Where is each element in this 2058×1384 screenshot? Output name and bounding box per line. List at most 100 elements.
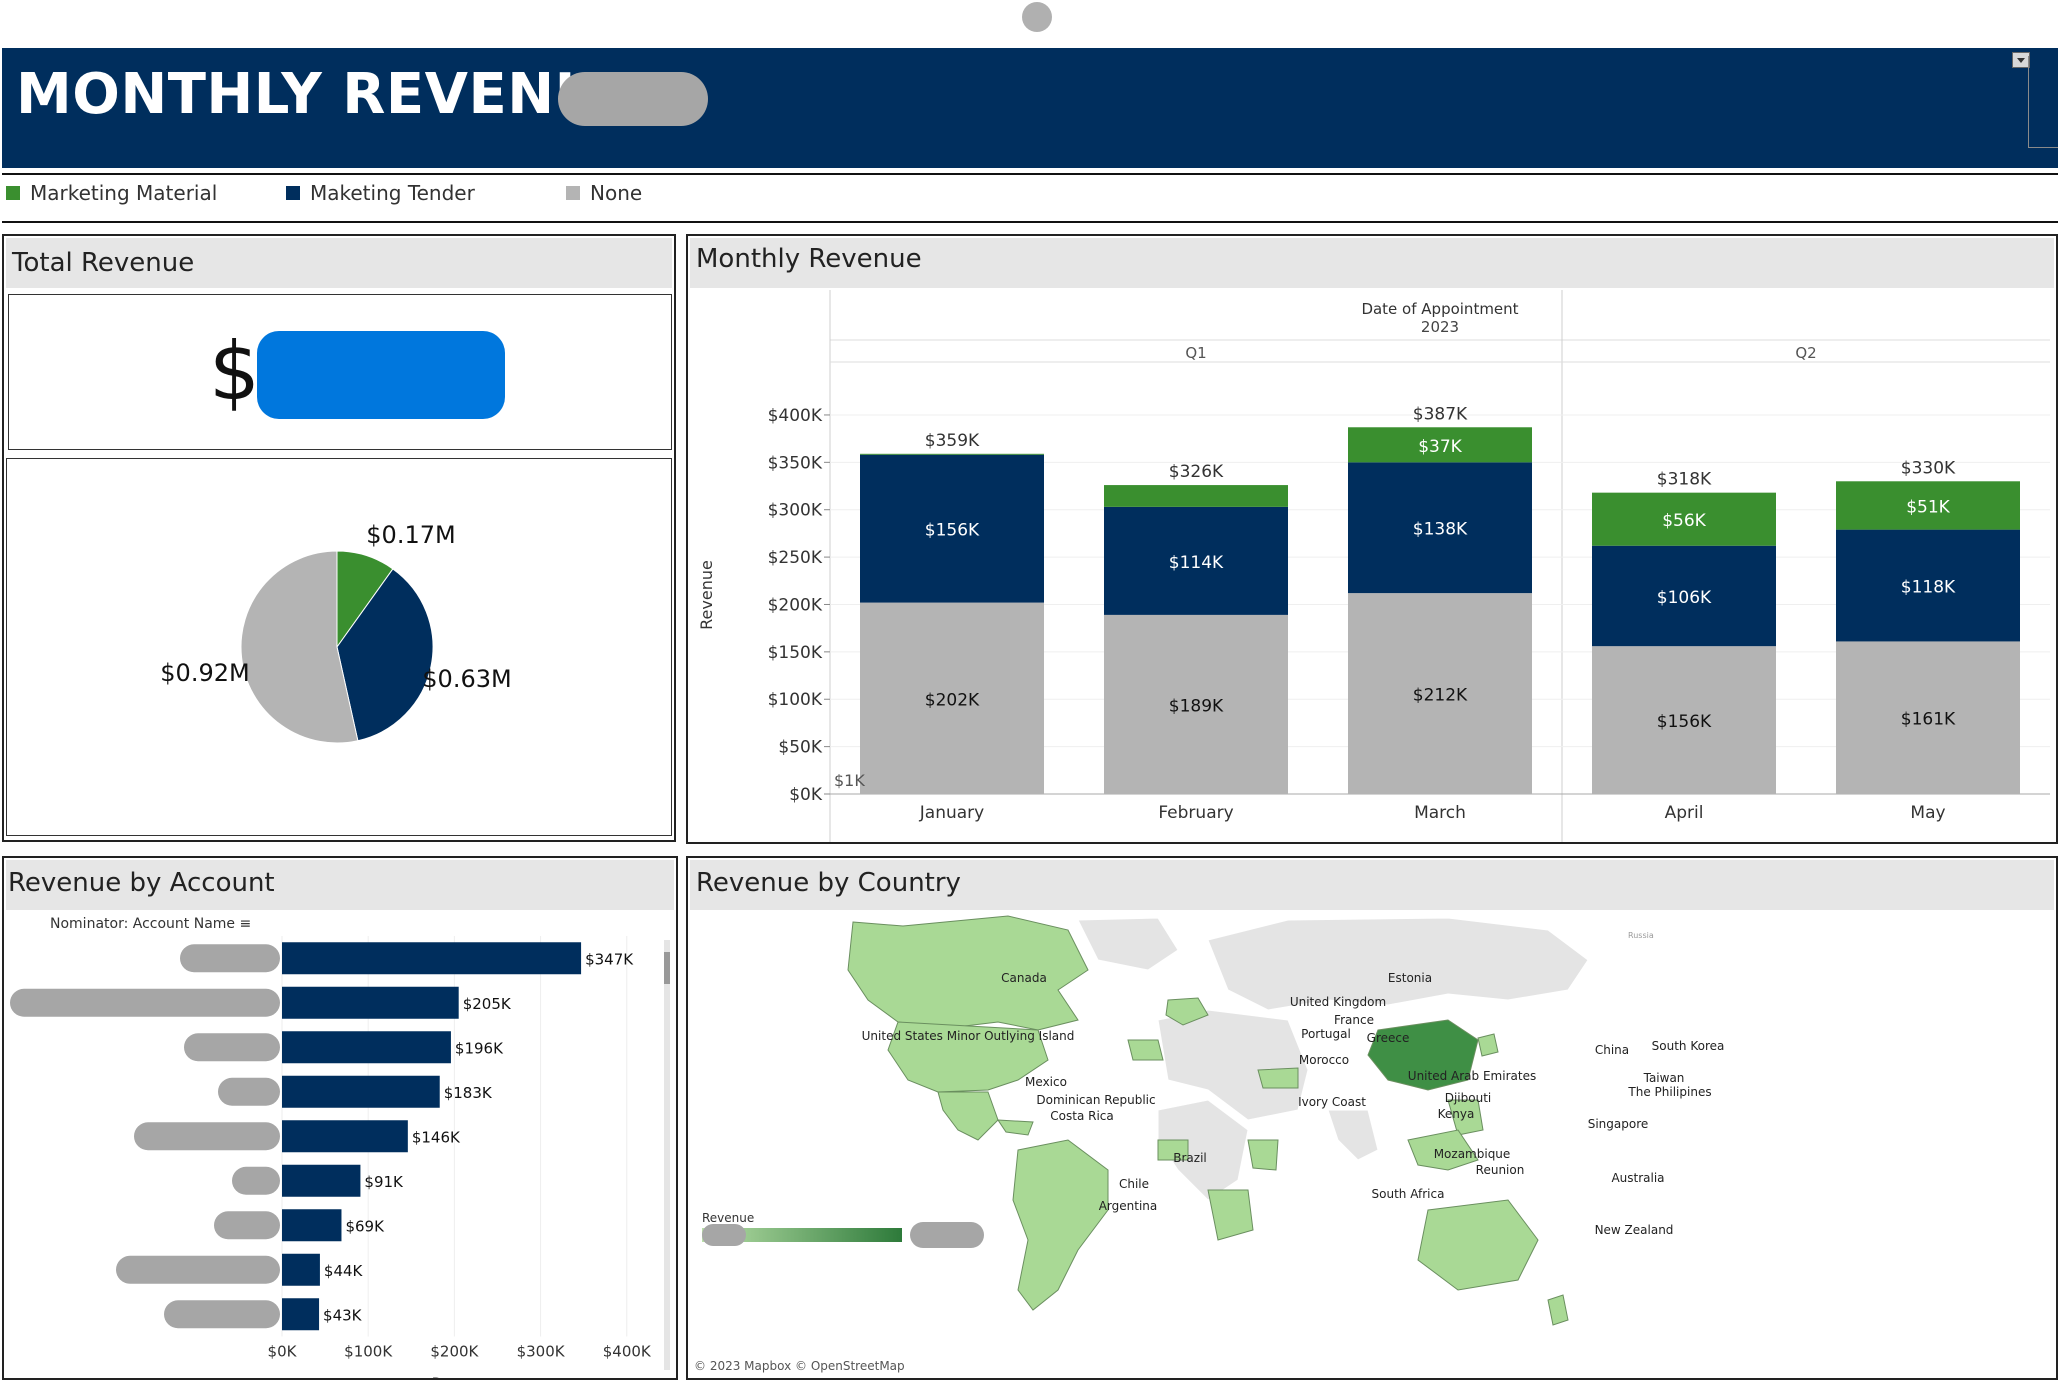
legend-swatch-green — [6, 186, 20, 200]
account-bar[interactable] — [282, 986, 459, 1019]
account-bar-label: $347K — [585, 950, 634, 968]
x-tick-label: $200K — [430, 1343, 479, 1361]
redacted-account-name — [10, 988, 280, 1017]
legend-divider-bottom — [2, 221, 2058, 223]
y-tick-label: $0K — [789, 785, 823, 805]
revenue-pie-chart: $0.17M $0.63M $0.92M — [6, 458, 672, 836]
y-tick-label: $150K — [768, 643, 823, 663]
x-tick-label: $100K — [344, 1343, 393, 1361]
account-bar[interactable] — [282, 1075, 440, 1108]
map-country-label: Djibouti — [1445, 1091, 1492, 1105]
total-revenue-kpi: $ — [8, 294, 672, 450]
account-bar[interactable] — [282, 1164, 361, 1197]
map-attribution: © 2023 Mapbox © OpenStreetMap — [694, 1359, 905, 1373]
map-country-label: Ivory Coast — [1298, 1095, 1366, 1109]
pie-slice-label: $0.17M — [366, 521, 455, 549]
legend-item-marketing-material[interactable]: Marketing Material — [6, 178, 217, 208]
account-bar[interactable] — [282, 942, 582, 975]
y-tick-label: $50K — [778, 738, 822, 758]
bar-segment-label: $202K — [925, 690, 980, 710]
bar-segment-label: $212K — [1413, 686, 1468, 706]
x-tick-label: January — [919, 803, 984, 823]
scrollbar-thumb[interactable] — [664, 952, 670, 984]
redacted-account-name — [134, 1122, 280, 1151]
x-tick-label: April — [1665, 803, 1704, 823]
x-tick-label: $300K — [517, 1343, 566, 1361]
window-drag-handle[interactable] — [1022, 2, 1052, 32]
map-country-label: South Korea — [1652, 1039, 1725, 1053]
bar-segment-label: $37K — [1418, 437, 1462, 457]
map-country-label: Brazil — [1173, 1151, 1207, 1165]
account-header-label[interactable]: Nominator: Account Name ≡ — [50, 916, 251, 932]
map-country-label: United States Minor Outlying Island — [862, 1029, 1075, 1043]
bar-segment-label: $106K — [1657, 588, 1712, 608]
redacted-account-name — [184, 1033, 280, 1062]
x-tick-label: May — [1910, 803, 1945, 823]
redacted-account-name — [164, 1300, 280, 1329]
bar-segment-label: $161K — [1901, 710, 1956, 730]
russia-region[interactable] — [1207, 917, 1589, 1011]
legend-item-maketing-tender[interactable]: Maketing Tender — [286, 178, 475, 208]
kenya-region[interactable] — [1247, 1139, 1279, 1171]
south-korea-region[interactable] — [1477, 1033, 1499, 1057]
revenue-by-account-panel: Revenue by Account Nominator: Account Na… — [2, 856, 678, 1380]
y-tick-label: $200K — [768, 595, 823, 615]
map-country-label: Greece — [1367, 1031, 1410, 1045]
legend-divider-top — [2, 173, 2058, 175]
map-label-russia: Russia — [1628, 931, 1654, 940]
x-tick-label: March — [1414, 803, 1466, 823]
chart-year-label: 2023 — [1421, 318, 1459, 336]
map-country-label: The Philipines — [1627, 1085, 1711, 1099]
x-tick-label: February — [1158, 803, 1233, 823]
redacted-total-value — [257, 331, 505, 419]
bar-total-label: $326K — [1169, 462, 1224, 482]
account-bar[interactable] — [282, 1031, 451, 1064]
y-tick-label: $100K — [768, 690, 823, 710]
panel-title: Total Revenue — [6, 238, 672, 288]
map-country-label: New Zealand — [1595, 1223, 1674, 1237]
account-bar-label: $146K — [412, 1128, 461, 1146]
chart-column-header: Date of Appointment — [1361, 300, 1518, 318]
map-country-label: Reunion — [1476, 1163, 1525, 1177]
map-country-label: United Arab Emirates — [1408, 1069, 1536, 1083]
map-country-label: United Kingdom — [1290, 995, 1386, 1009]
x-tick-label: $400K — [603, 1343, 652, 1361]
legend-label: Maketing Tender — [310, 181, 475, 205]
x-axis-label[interactable]: Revenue ≡ — [432, 1375, 515, 1379]
y-tick-label: $250K — [768, 548, 823, 568]
map-country-label: Australia — [1611, 1171, 1664, 1185]
map-country-label: South Africa — [1372, 1187, 1445, 1201]
account-bar-label: $183K — [444, 1084, 493, 1102]
y-axis-label: Revenue — [697, 560, 716, 630]
bar-segment[interactable] — [1104, 485, 1288, 507]
redacted-legend-max — [910, 1222, 984, 1248]
bar-segment-label: $156K — [1657, 712, 1712, 732]
map-country-label: Mexico — [1025, 1075, 1067, 1089]
legend-item-none[interactable]: None — [566, 178, 642, 208]
bar-segment[interactable] — [860, 453, 1044, 455]
account-bar[interactable] — [282, 1253, 320, 1286]
monthly-bar-chart: Date of Appointment2023 Q1 Q2 $0K $50K $100K $… — [697, 290, 2050, 842]
account-bar-label: $69K — [345, 1217, 385, 1235]
bar-segment-label: $189K — [1169, 696, 1224, 716]
bar-segment-label: $114K — [1169, 553, 1224, 573]
map-country-label: Kenya — [1438, 1107, 1475, 1121]
map-country-label: Argentina — [1099, 1199, 1158, 1213]
revenue-world-map: Canada United States Minor Outlying Islan… — [688, 910, 2056, 1378]
account-bar[interactable] — [282, 1209, 342, 1242]
uae-region[interactable] — [1257, 1067, 1299, 1089]
bar-segment-label: $156K — [925, 521, 980, 541]
map-country-label: Mozambique — [1434, 1147, 1511, 1161]
currency-symbol: $ — [209, 325, 260, 418]
account-bar[interactable] — [282, 1298, 320, 1331]
total-revenue-panel: Total Revenue $ $0.17M $0.63M $0.92M — [2, 234, 676, 842]
map-country-label: Dominican Republic — [1036, 1093, 1155, 1107]
small-segment-label: $1K — [834, 771, 865, 790]
morocco-region[interactable] — [1127, 1039, 1164, 1061]
account-bar[interactable] — [282, 1120, 408, 1153]
redacted-title-suffix — [558, 72, 708, 126]
bar-total-label: $318K — [1657, 470, 1712, 490]
account-bar-label: $44K — [324, 1262, 364, 1280]
pie-chart-svg: $0.17M $0.63M $0.92M — [160, 521, 512, 744]
redacted-account-name — [214, 1211, 280, 1240]
